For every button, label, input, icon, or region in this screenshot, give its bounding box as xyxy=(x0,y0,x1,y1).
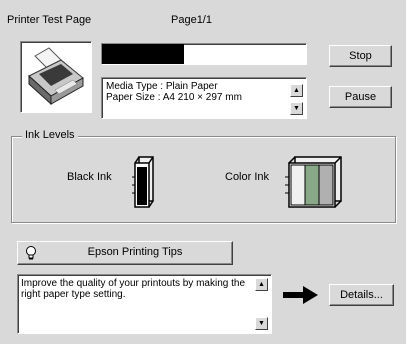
pause-button[interactable]: Pause xyxy=(329,86,392,108)
color-ink-cartridge-icon xyxy=(285,156,342,208)
color-ink-stripe xyxy=(318,164,334,206)
stop-button[interactable]: Stop xyxy=(329,45,392,67)
paper-size-text: Paper Size : A4 210 × 297 mm xyxy=(106,92,242,103)
printer-icon-frame xyxy=(20,41,92,113)
scroll-up-icon[interactable]: ▲ xyxy=(290,84,303,97)
progress-fill xyxy=(102,44,184,64)
color-ink-label: Color Ink xyxy=(225,171,270,183)
media-info-box: Media Type : Plain Paper Paper Size : A4… xyxy=(101,77,307,119)
tip-text: Improve the quality of your printouts by… xyxy=(21,278,246,300)
black-ink-label: Black Ink xyxy=(67,171,112,183)
tips-button-label: Epson Printing Tips xyxy=(87,246,183,258)
page-counter: Page1/1 xyxy=(171,14,212,26)
tip-text-box: Improve the quality of your printouts by… xyxy=(17,274,272,334)
media-type-text: Media Type : Plain Paper xyxy=(106,81,218,92)
document-title: Printer Test Page xyxy=(7,14,92,26)
tip-scroll-up-icon[interactable]: ▲ xyxy=(255,278,268,291)
tip-scroll-down-icon[interactable]: ▼ xyxy=(255,317,268,330)
color-ink-stripe xyxy=(290,164,306,206)
details-button[interactable]: Details... xyxy=(329,284,394,306)
epson-printing-tips-button[interactable]: Epson Printing Tips xyxy=(17,241,233,265)
black-ink-cartridge-icon xyxy=(132,156,154,208)
ink-levels-label: Ink Levels xyxy=(22,129,78,141)
scroll-down-icon[interactable]: ▼ xyxy=(290,102,303,115)
printer-icon xyxy=(28,47,84,106)
right-arrow-icon xyxy=(283,286,318,304)
print-progress-bar xyxy=(101,43,307,65)
color-ink-stripe xyxy=(304,164,320,206)
